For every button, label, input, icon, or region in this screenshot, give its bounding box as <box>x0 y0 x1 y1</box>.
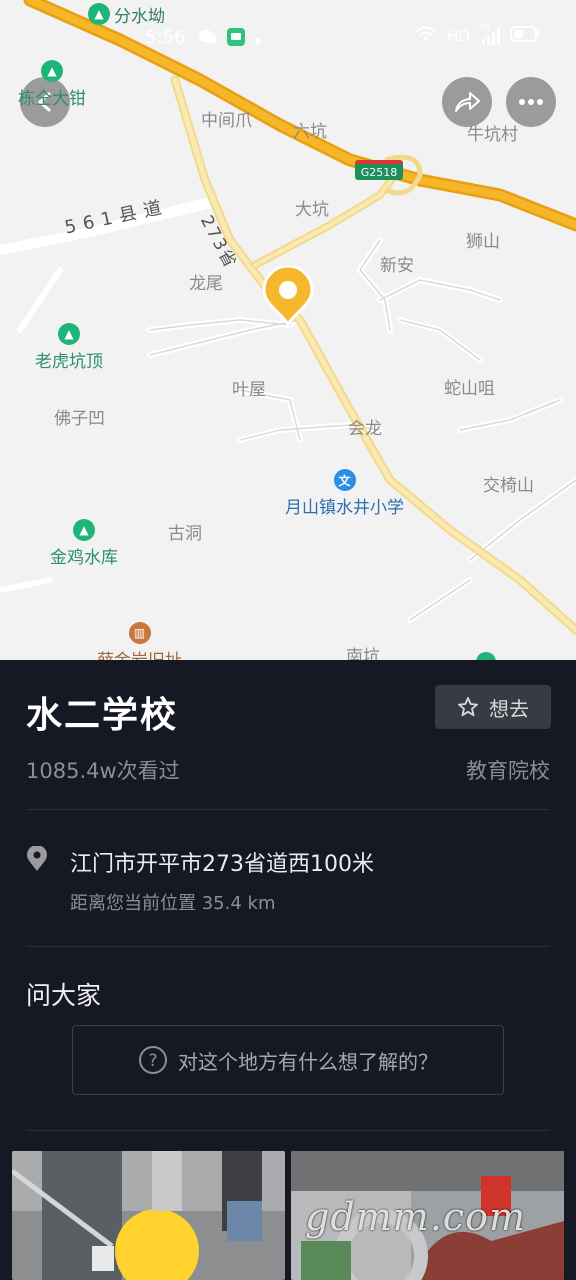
mountain-icon: ▲ <box>88 2 110 25</box>
expressway-shield-label: G2518 <box>360 165 398 179</box>
poi-fenshuiao[interactable]: ▲ 分水坳 <box>88 0 165 27</box>
poi-heritage[interactable]: ▥ 薛金岩旧址 <box>97 622 182 660</box>
poi-label: 月山镇水井小学 <box>285 498 404 518</box>
poi-school[interactable]: 文 月山镇水井小学 <box>285 469 404 518</box>
school-icon: 文 <box>333 469 356 491</box>
map-place-label: 叶屋 <box>232 380 266 400</box>
divider <box>26 946 550 947</box>
mountain-icon: ▲ <box>73 519 95 541</box>
mountain-icon: ▲ <box>58 323 80 345</box>
message-icon <box>226 27 246 52</box>
divider <box>26 1130 550 1131</box>
map-place-label: 蛇山咀 <box>444 379 495 399</box>
mountain-icon: ▲ <box>41 60 63 82</box>
share-icon <box>455 92 480 112</box>
map-view[interactable]: 5:56 HD 4G 中间爪 六坑 牛坑村 大坑 狮山 新安 龙尾 叶屋 蛇山咀… <box>0 0 576 660</box>
place-address[interactable]: 江门市开平市273省道西100米 <box>70 846 374 878</box>
location-pin-icon[interactable] <box>262 264 314 327</box>
map-place-label: 古洞 <box>168 524 202 544</box>
star-icon <box>458 697 478 717</box>
question-icon: ? <box>139 1046 167 1074</box>
map-place-label: 新安 <box>380 256 414 276</box>
ask-question-input[interactable]: ? 对这个地方有什么想了解的？ <box>72 1025 504 1095</box>
poi-label: 老虎坑顶 <box>35 352 103 372</box>
poi-jinjishuiku[interactable]: ▲ 金鸡水库 <box>50 519 118 568</box>
signal-icon: 4G <box>478 23 500 45</box>
expressway-shield: G2518 <box>355 160 403 180</box>
place-title: 水二学校 <box>26 695 179 736</box>
poi-label: 薛金岩旧址 <box>97 646 182 660</box>
map-place-label: 佛子凹 <box>54 409 105 429</box>
notification-dot-icon <box>254 29 262 50</box>
divider <box>26 809 550 810</box>
poi-label: 栋仝大钳 <box>18 89 86 109</box>
landmark-icon: ▥ <box>128 622 151 644</box>
wechat-icon <box>198 29 218 50</box>
place-category: 教育院校 <box>466 759 550 783</box>
map-place-label: 大坑 <box>295 200 329 220</box>
status-time: 5:56 <box>145 27 186 48</box>
place-info-panel: 水二学校 想去 1085.4w次看过 教育院校 江门市开平市273省道西100米… <box>0 660 576 1280</box>
poi-label: 分水坳 <box>114 7 165 27</box>
map-place-label: 龙尾 <box>189 274 223 294</box>
signal-label: 4G <box>478 23 491 33</box>
more-icon <box>519 99 543 105</box>
map-place-label: 南坑 <box>346 647 380 660</box>
map-place-label: 狮山 <box>466 232 500 252</box>
map-place-label: 六坑 <box>293 122 327 142</box>
video-thumbnail[interactable] <box>12 1151 285 1280</box>
map-place-label: 交椅山 <box>483 476 534 496</box>
status-bar: 5:56 HD 4G <box>0 0 576 74</box>
map-place-label: 牛坑村 <box>467 125 518 145</box>
ask-placeholder: 对这个地方有什么想了解的？ <box>178 1049 438 1074</box>
poi-dongzhongdaqian[interactable]: ▲ 栋仝大钳 <box>18 60 86 109</box>
svg-text:?: ? <box>148 1051 157 1071</box>
battery-icon <box>510 26 540 46</box>
want-to-go-label: 想去 <box>489 696 529 721</box>
location-marker-icon <box>26 845 48 876</box>
poi-laohukengding[interactable]: ▲ 老虎坑顶 <box>35 323 103 372</box>
network-label: HD <box>447 27 470 45</box>
watermark: gdmm.com <box>305 1195 526 1239</box>
place-distance: 距离您当前位置 35.4 km <box>70 893 276 914</box>
wifi-icon <box>415 26 437 46</box>
poi-label: 金鸡水库 <box>50 548 118 568</box>
map-place-label: 中间爪 <box>201 111 252 131</box>
ask-section-title: 问大家 <box>26 981 102 1010</box>
map-place-label: 会龙 <box>348 419 382 439</box>
want-to-go-button[interactable]: 想去 <box>435 685 551 729</box>
view-count: 1085.4w次看过 <box>26 759 180 783</box>
